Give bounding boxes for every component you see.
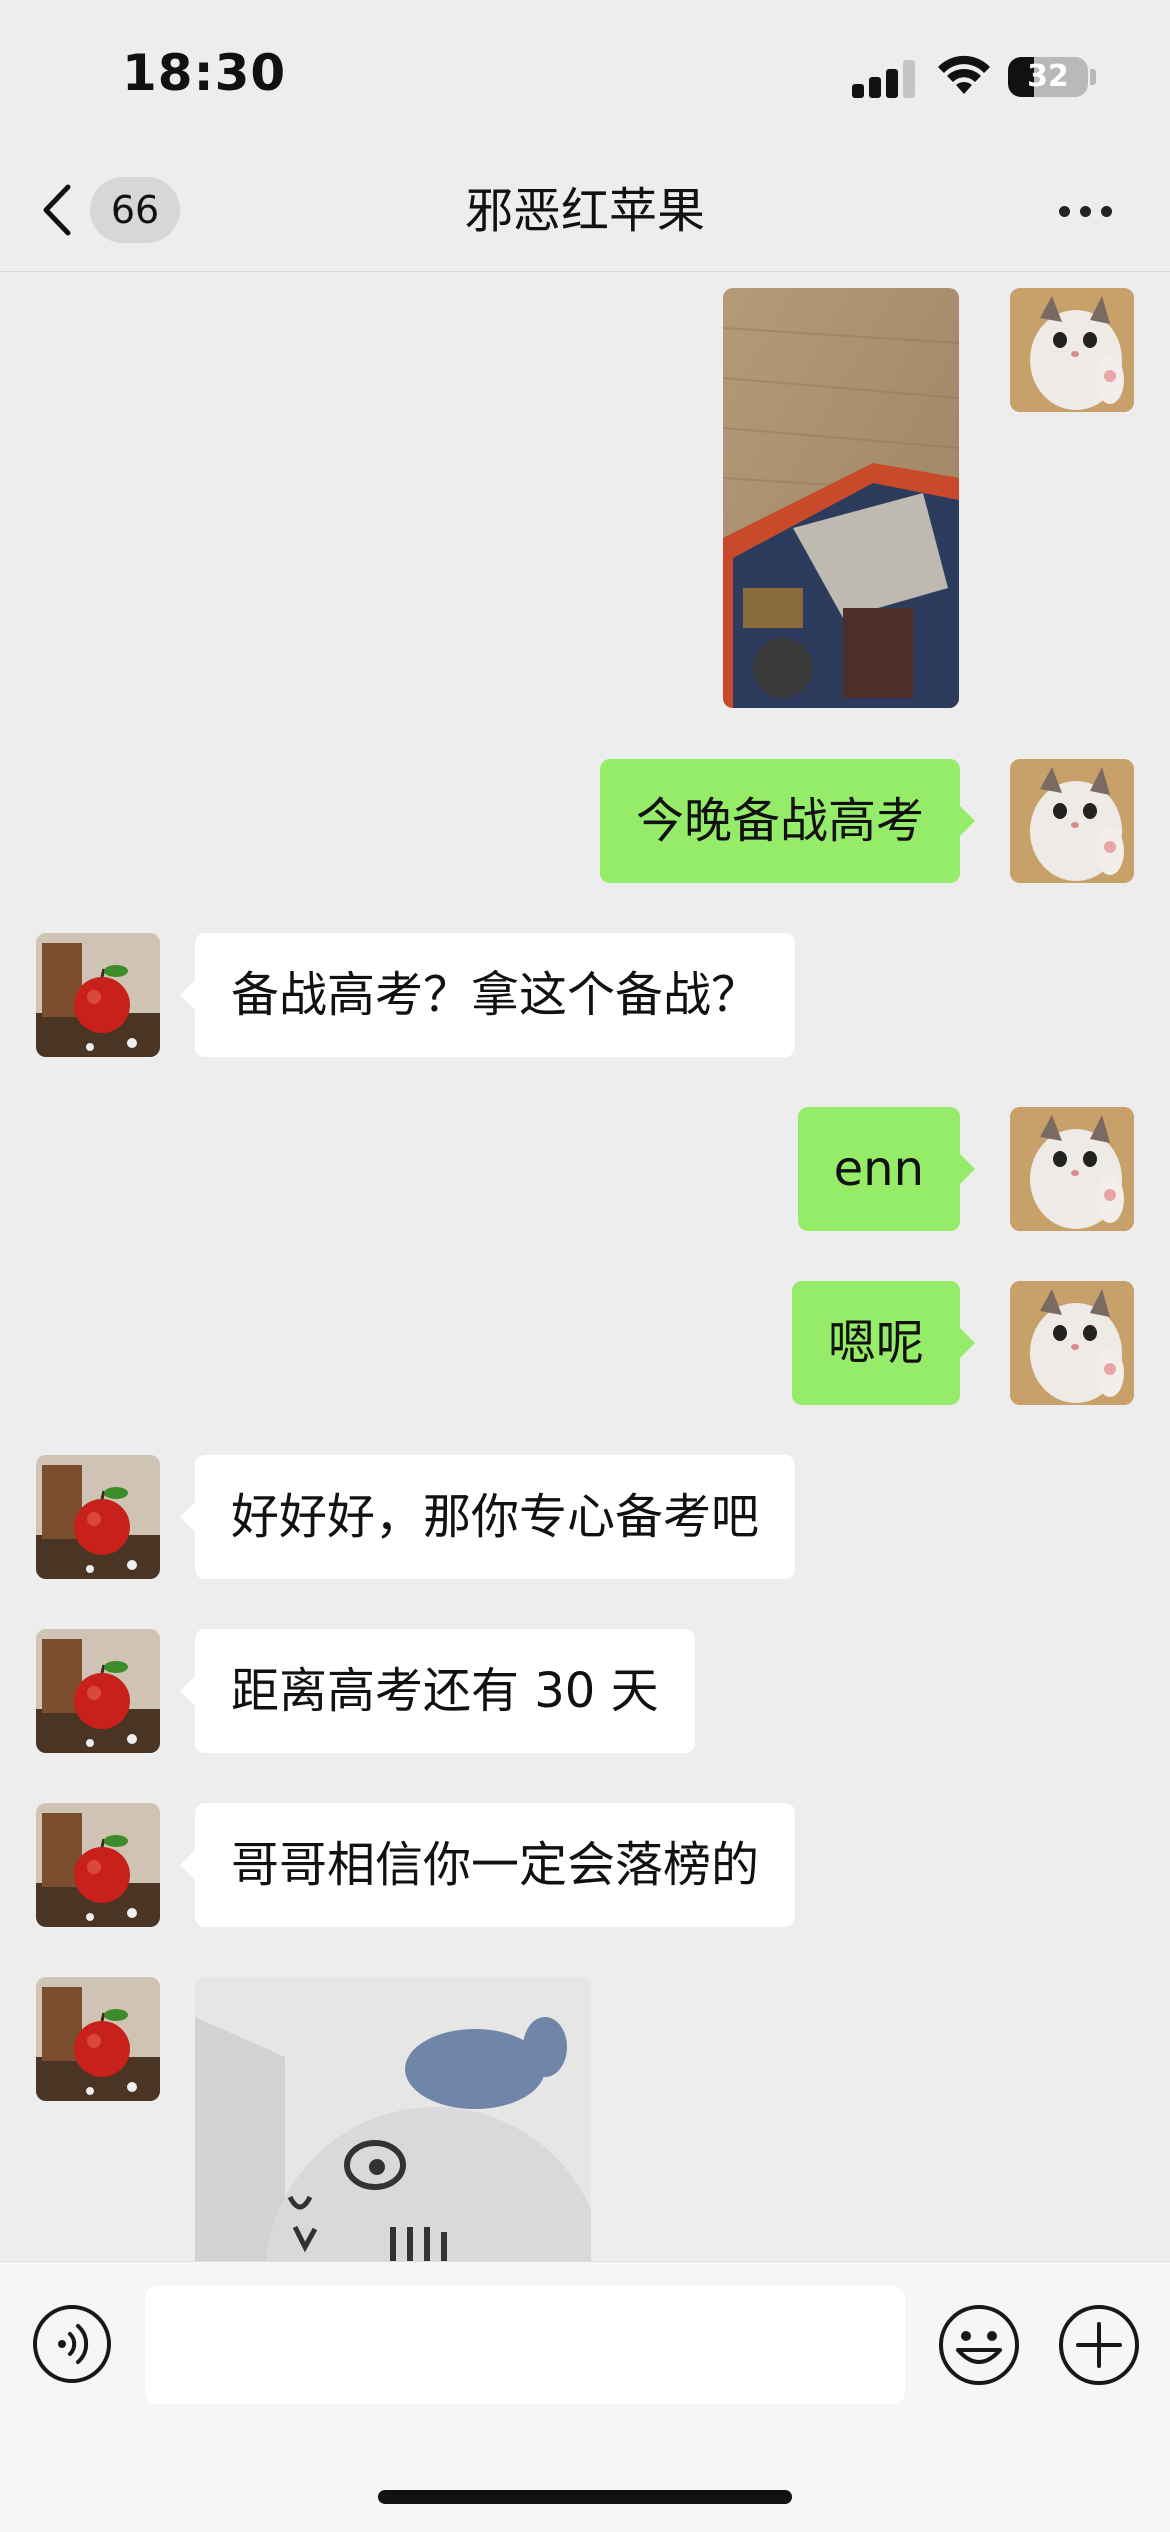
wifi-icon: [938, 55, 990, 94]
cat-avatar-icon: [1010, 1281, 1134, 1405]
plus-icon: [1059, 2305, 1139, 2385]
my-avatar[interactable]: [1010, 759, 1134, 883]
contact-avatar[interactable]: [36, 1803, 160, 1927]
message-image-board-game[interactable]: [723, 288, 959, 708]
chat-header: 邪恶红苹果 66: [0, 150, 1170, 272]
status-time: 18:30: [122, 44, 287, 102]
more-functions-button[interactable]: [1058, 2304, 1140, 2386]
message-bubble-sent[interactable]: enn: [797, 1107, 976, 1231]
message-bubble-received[interactable]: 距离高考还有 30 天: [180, 1629, 695, 1753]
my-avatar[interactable]: [1010, 288, 1134, 412]
home-indicator[interactable]: [378, 2490, 792, 2504]
contact-avatar[interactable]: [36, 933, 160, 1057]
cat-avatar-icon: [1010, 759, 1134, 883]
battery-level: 32: [1027, 59, 1069, 94]
plush-toy-photo: [195, 1977, 591, 2261]
battery-cap: [1090, 69, 1096, 85]
contact-avatar[interactable]: [36, 1629, 160, 1753]
status-bar: 18:30 32: [0, 0, 1170, 150]
unread-count-badge: 66: [90, 177, 180, 243]
my-avatar[interactable]: [1010, 1107, 1134, 1231]
my-avatar[interactable]: [1010, 1281, 1134, 1405]
apple-avatar-icon: [36, 1803, 160, 1927]
message-input[interactable]: [145, 2286, 905, 2404]
cat-avatar-icon: [1010, 1107, 1134, 1231]
voice-input-button[interactable]: [32, 2304, 112, 2384]
more-dots-icon: [1058, 205, 1070, 217]
chevron-left-icon: [43, 184, 71, 236]
battery-icon: 32: [1008, 57, 1088, 97]
message-bubble-sent[interactable]: 今晚备战高考: [599, 759, 976, 883]
message-bubble-received[interactable]: 好好好，那你专心备考吧: [179, 1455, 796, 1579]
voice-icon: [33, 2305, 111, 2383]
apple-avatar-icon: [36, 1977, 160, 2101]
more-options-button[interactable]: [1040, 186, 1130, 236]
message-image-plush-toy[interactable]: [195, 1977, 591, 2261]
cellular-signal-icon: [852, 58, 916, 98]
apple-avatar-icon: [36, 933, 160, 1057]
board-game-photo: [723, 288, 959, 708]
back-button[interactable]: 66: [40, 172, 200, 248]
message-list[interactable]: 今晚备战高考 备战高考？拿这个备战？ enn 嗯呢 好好好，那你专心备考吧 距离…: [0, 273, 1170, 2261]
emoji-button[interactable]: [938, 2304, 1020, 2386]
message-bubble-sent[interactable]: 嗯呢: [791, 1281, 976, 1405]
message-bubble-received[interactable]: 备战高考？拿这个备战？: [179, 933, 796, 1057]
apple-avatar-icon: [36, 1629, 160, 1753]
message-bubble-received[interactable]: 哥哥相信你一定会落榜的: [179, 1803, 796, 1927]
contact-avatar[interactable]: [36, 1455, 160, 1579]
cat-avatar-icon: [1010, 288, 1134, 412]
smiley-icon: [939, 2305, 1019, 2385]
contact-avatar[interactable]: [36, 1977, 160, 2101]
apple-avatar-icon: [36, 1455, 160, 1579]
